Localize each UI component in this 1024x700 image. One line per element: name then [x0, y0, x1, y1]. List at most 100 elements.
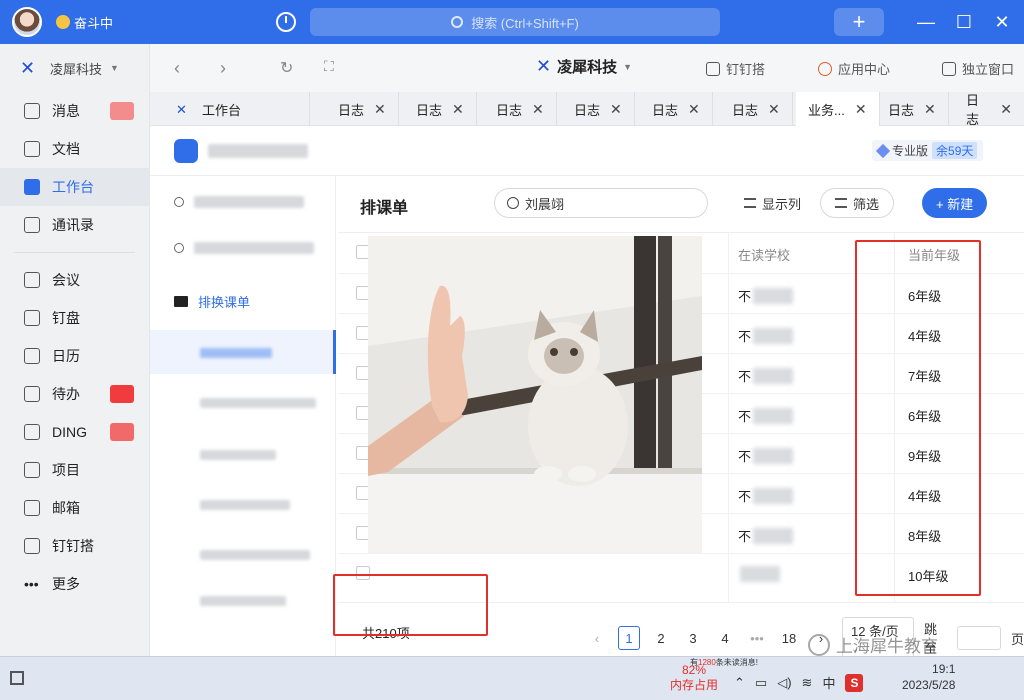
jump-page-input[interactable] [957, 626, 1001, 650]
tab-label: 日志 [888, 102, 915, 118]
tab-log[interactable]: 日志 ✕ [404, 92, 477, 126]
tab-label: 日志 [732, 102, 759, 118]
tab-log[interactable]: 日志 ✕ [562, 92, 635, 126]
close-icon[interactable]: ✕ [452, 101, 464, 118]
nav-label: 会议 [52, 272, 80, 288]
page-3-button[interactable]: 3 [682, 626, 704, 650]
fullscreen-icon[interactable]: ⛶ [324, 58, 334, 75]
clock[interactable]: 19:1 2023/5/28 [902, 661, 955, 693]
start-icon[interactable] [10, 671, 24, 685]
nav-item-project[interactable]: 项目 [0, 451, 149, 489]
close-icon[interactable]: ✕ [610, 101, 622, 118]
workspace-brand[interactable]: ✕ 凌犀科技 ▼ [536, 56, 632, 77]
avatar[interactable] [12, 7, 42, 37]
button-label: 筛选 [853, 196, 880, 212]
cell-text: 不 [738, 489, 752, 504]
battery-icon[interactable]: ▭ [755, 675, 767, 691]
close-icon[interactable]: ✕ [532, 101, 544, 118]
tree-item-redacted[interactable] [200, 398, 316, 408]
tab-log[interactable]: 日志 ✕ [640, 92, 713, 126]
nav-item-ding[interactable]: DING [0, 413, 149, 451]
global-search-input[interactable]: 搜索 (Ctrl+Shift+F) [310, 8, 720, 36]
tree-item-redacted[interactable] [200, 450, 276, 460]
tab-business-active[interactable]: 业务... ✕ [796, 92, 880, 126]
filter-button[interactable]: 筛选 [820, 188, 895, 218]
tab-log[interactable]: 日志 ✕ [876, 92, 949, 126]
record-search-input[interactable]: 刘晨翊 [494, 188, 708, 218]
tab-label: 工作台 [202, 102, 242, 118]
nav-label: 工作台 [52, 179, 94, 195]
chevron-down-icon: ▼ [623, 61, 633, 72]
tab-log[interactable]: 日志 ✕ [484, 92, 557, 126]
tree-item-selected[interactable] [150, 330, 336, 374]
tab-log[interactable]: 日志 ✕ [954, 92, 1024, 127]
link-standalone-window[interactable]: 独立窗口 [942, 59, 1014, 78]
close-icon[interactable]: ✕ [768, 101, 780, 118]
chevron-up-icon[interactable]: ⌃ [734, 675, 745, 691]
show-columns-button[interactable]: 显示列 [730, 188, 815, 218]
prev-page-icon[interactable]: ‹ [586, 626, 608, 650]
tree-item-redacted[interactable] [200, 500, 290, 510]
memory-usage[interactable]: 82% 内存占用 [670, 663, 718, 693]
back-arrow-icon[interactable]: ‹ [174, 58, 180, 79]
forward-arrow-icon[interactable]: › [220, 58, 226, 79]
page-ellipsis[interactable]: ••• [746, 626, 768, 650]
nav-item-docs[interactable]: 文档 [0, 130, 149, 168]
volume-icon[interactable]: ◁) [777, 675, 791, 691]
watermark: 上海犀牛教育 [808, 632, 938, 657]
close-icon[interactable]: ✕ [1000, 101, 1012, 118]
status-pill[interactable]: 奋斗中 [56, 13, 113, 32]
ime-indicator[interactable]: 中 [822, 673, 835, 692]
maximize-button[interactable]: ☐ [952, 10, 976, 34]
org-switcher[interactable]: ✕ 凌犀科技 ▼ [0, 44, 149, 92]
tree-item-redacted[interactable] [200, 550, 310, 560]
close-icon[interactable]: ✕ [855, 101, 867, 118]
refresh-icon[interactable]: ↻ [280, 58, 293, 78]
nav-item-messages[interactable]: 消息 [0, 92, 149, 130]
nav-item-contacts[interactable]: 通讯录 [0, 206, 149, 244]
phone-icon [24, 272, 40, 288]
page-4-button[interactable]: 4 [714, 626, 736, 650]
close-icon[interactable]: ✕ [924, 101, 936, 118]
new-record-button[interactable]: + 新建 [922, 188, 988, 218]
cell-school: 不 [738, 526, 794, 545]
page-2-button[interactable]: 2 [650, 626, 672, 650]
close-icon[interactable]: ✕ [374, 101, 386, 118]
nav-item-meeting[interactable]: 会议 [0, 261, 149, 299]
project-icon [24, 462, 40, 478]
tab-workbench[interactable]: ✕ 工作台 [164, 92, 310, 126]
app-tray-icon[interactable]: S [845, 673, 864, 692]
nav-item-workbench[interactable]: 工作台 [0, 168, 149, 206]
nav-item-todo[interactable]: 待办 [0, 375, 149, 413]
minimize-button[interactable]: — [914, 10, 938, 34]
days-left: 余59天 [932, 142, 978, 159]
nav-label: 消息 [52, 103, 80, 119]
page-1-button[interactable]: 1 [618, 626, 640, 650]
history-clock-icon[interactable] [276, 12, 296, 32]
close-window-button[interactable]: ✕ [990, 10, 1014, 34]
tree-folder-schedule[interactable]: 排换课单 [174, 292, 250, 311]
link-app-center[interactable]: 应用中心 [818, 59, 890, 78]
window-icon [942, 61, 956, 76]
nav-item-calendar[interactable]: 日历 [0, 337, 149, 375]
org-node-icon [174, 243, 184, 253]
tree-item[interactable] [174, 242, 314, 254]
page-18-button[interactable]: 18 [778, 626, 800, 650]
column-header-school[interactable]: 在读学校 [738, 245, 790, 264]
todo-badge [110, 385, 134, 403]
wifi-icon[interactable]: ≋ [802, 675, 813, 691]
cloud-drive-icon [24, 310, 40, 326]
link-dingdingda[interactable]: 钉钉搭 [706, 59, 765, 78]
nav-item-drive[interactable]: 钉盘 [0, 299, 149, 337]
nav-item-mail[interactable]: 邮箱 [0, 489, 149, 527]
tab-log[interactable]: 日志 ✕ [326, 92, 399, 126]
tab-log[interactable]: 日志 ✕ [720, 92, 793, 126]
tree-item-redacted[interactable] [200, 596, 286, 606]
nav-item-dingdingda[interactable]: 钉钉搭 [0, 527, 149, 565]
close-icon[interactable]: ✕ [688, 101, 700, 118]
tree-item[interactable] [174, 196, 304, 208]
edition-badge[interactable]: 专业版 余59天 [872, 140, 984, 161]
create-plus-button[interactable]: + [834, 8, 884, 36]
nav-item-more[interactable]: ••• 更多 [0, 565, 149, 603]
tree-folder-label: 排换课单 [198, 295, 251, 310]
